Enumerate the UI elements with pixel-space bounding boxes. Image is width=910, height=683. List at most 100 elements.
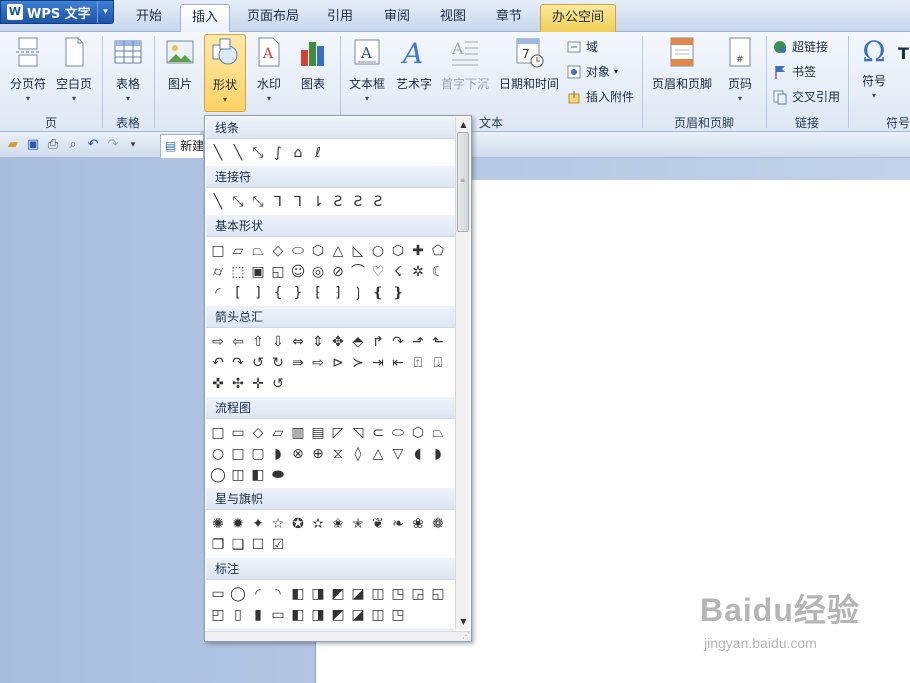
shape-option[interactable]: ♡ xyxy=(368,261,388,282)
shape-option[interactable]: ✹ xyxy=(228,513,248,534)
shape-option[interactable]: ↺ xyxy=(268,373,288,394)
redo-icon[interactable]: ↷ xyxy=(103,136,123,154)
shape-option[interactable]: ✚ xyxy=(408,240,428,261)
shape-option[interactable]: ❧ xyxy=(388,513,408,534)
shape-option[interactable]: ↻ xyxy=(268,352,288,373)
shape-option[interactable]: ◨ xyxy=(308,604,328,625)
shape-option[interactable]: ◗ xyxy=(268,443,288,464)
dropcap-button[interactable]: A 首字下沉 xyxy=(438,36,492,92)
shape-option[interactable]: ◫ xyxy=(368,604,388,625)
shape-option[interactable]: ⊗ xyxy=(288,443,308,464)
shape-option[interactable]: ⊂ xyxy=(368,422,388,443)
open-folder-icon[interactable]: ▰ xyxy=(3,136,23,154)
shape-option[interactable]: ✬ xyxy=(328,513,348,534)
shape-option[interactable]: ⊘ xyxy=(328,261,348,282)
shape-option[interactable]: ▱ xyxy=(228,240,248,261)
shape-option[interactable]: ⬘ xyxy=(348,331,368,352)
header-footer-button[interactable]: 页眉和页脚 xyxy=(646,36,718,92)
shape-option[interactable]: ▤ xyxy=(308,422,328,443)
tab-view[interactable]: 视图 xyxy=(430,4,476,32)
scroll-up-arrow-icon[interactable]: ▲ xyxy=(456,117,471,132)
shape-option[interactable]: ◗ xyxy=(428,443,448,464)
shape-option[interactable]: ✲ xyxy=(408,261,428,282)
shape-option[interactable]: ⤡ xyxy=(248,142,268,163)
textbox-button[interactable]: A 文本框 ▾ xyxy=(344,36,390,103)
watermark-button[interactable]: A 水印 ▾ xyxy=(248,36,290,103)
shape-option[interactable]: □ xyxy=(228,443,248,464)
shape-option[interactable]: ◫ xyxy=(228,464,248,485)
tab-page-layout[interactable]: 页面布局 xyxy=(240,4,306,32)
shape-option[interactable]: ╲ xyxy=(228,142,248,163)
shape-option[interactable]: Ƨ xyxy=(368,191,388,212)
shape-option[interactable]: ◜ xyxy=(208,282,228,303)
shape-option[interactable]: ⤡ xyxy=(228,191,248,212)
shape-option[interactable]: ◰ xyxy=(208,604,228,625)
shape-option[interactable]: ❀ xyxy=(408,513,428,534)
save-icon[interactable]: ▣ xyxy=(23,136,43,154)
page-number-button[interactable]: # 页码 ▾ xyxy=(720,36,760,103)
shape-option[interactable]: ▥ xyxy=(288,422,308,443)
shape-option[interactable]: ◨ xyxy=(308,583,328,604)
shape-option[interactable]: ↶ xyxy=(208,352,228,373)
shape-option[interactable]: ○ xyxy=(368,240,388,261)
shape-option[interactable]: ╲ xyxy=(208,142,228,163)
shape-option[interactable]: ⬏ xyxy=(408,331,428,352)
tab-insert[interactable]: 插入 xyxy=(180,4,230,33)
shape-option[interactable]: ⌒ xyxy=(348,261,368,282)
shape-option[interactable]: ❵ xyxy=(388,282,408,303)
print-icon[interactable]: ⎙ xyxy=(43,136,63,154)
shape-option[interactable]: ⬑ xyxy=(428,331,448,352)
shape-option[interactable]: ⌂ xyxy=(288,142,308,163)
tab-home[interactable]: 开始 xyxy=(126,4,172,32)
object-button[interactable]: 对象 ▾ xyxy=(566,63,618,80)
shape-option[interactable]: ✪ xyxy=(288,513,308,534)
scroll-down-arrow-icon[interactable]: ▼ xyxy=(456,614,471,629)
wordart-button[interactable]: A 艺术字 xyxy=(392,36,436,92)
shape-option[interactable]: ⊕ xyxy=(308,443,328,464)
table-button[interactable]: 表格 ▾ xyxy=(106,36,150,103)
shape-option[interactable]: ⧖ xyxy=(328,443,348,464)
shape-option[interactable]: ⏢ xyxy=(248,240,268,261)
shape-option[interactable]: ▭ xyxy=(268,604,288,625)
shape-option[interactable]: ◸ xyxy=(328,422,348,443)
shape-option[interactable]: ◇ xyxy=(248,422,268,443)
shape-option[interactable]: ✛ xyxy=(248,373,268,394)
shape-option[interactable]: ⌭ xyxy=(208,261,228,282)
shape-option[interactable]: ☺ xyxy=(288,261,308,282)
shape-option[interactable]: ○ xyxy=(208,443,228,464)
shape-option[interactable]: ⅂ xyxy=(288,191,308,212)
shape-option[interactable]: ⬡ xyxy=(308,240,328,261)
print-preview-icon[interactable]: ⌕ xyxy=(63,136,83,154)
shape-option[interactable]: ◳ xyxy=(388,583,408,604)
shape-option[interactable]: ⬭ xyxy=(388,422,408,443)
chart-button[interactable]: 图表 xyxy=(292,36,334,92)
shape-option[interactable]: ◺ xyxy=(348,240,368,261)
datetime-button[interactable]: 7 日期和时间 xyxy=(496,36,562,92)
shape-option[interactable]: ▽ xyxy=(388,443,408,464)
shape-option[interactable]: ❳ xyxy=(348,282,368,303)
shape-option[interactable]: ⇨ xyxy=(308,352,328,373)
shape-option[interactable]: ⬡ xyxy=(388,240,408,261)
shape-option[interactable]: ⬚ xyxy=(228,261,248,282)
shape-option[interactable]: ✺ xyxy=(208,513,228,534)
shape-option[interactable]: ╲ xyxy=(208,191,228,212)
shape-option[interactable]: ◜ xyxy=(248,583,268,604)
undo-icon[interactable]: ↶ xyxy=(83,136,103,154)
shape-option[interactable]: ◲ xyxy=(408,583,428,604)
shape-option[interactable]: △ xyxy=(328,240,348,261)
field-button[interactable]: 域 xyxy=(566,38,598,55)
shape-option[interactable]: ⁆ xyxy=(328,282,348,303)
shape-option[interactable]: ❦ xyxy=(368,513,388,534)
shape-option[interactable]: ☇ xyxy=(388,261,408,282)
shape-option[interactable]: ⇕ xyxy=(308,331,328,352)
shape-option[interactable]: ⤡ xyxy=(248,191,268,212)
shape-option[interactable]: ◯ xyxy=(208,464,228,485)
shape-option[interactable]: ◩ xyxy=(328,604,348,625)
shape-option[interactable]: ✥ xyxy=(328,331,348,352)
customize-toolbar-icon[interactable]: ▾ xyxy=(123,136,143,154)
shape-option[interactable]: ⁅ xyxy=(308,282,328,303)
shape-option[interactable]: ∫ xyxy=(268,142,288,163)
shape-option[interactable]: ◧ xyxy=(288,583,308,604)
shape-option[interactable]: □ xyxy=(208,422,228,443)
shape-option[interactable]: ◱ xyxy=(428,583,448,604)
